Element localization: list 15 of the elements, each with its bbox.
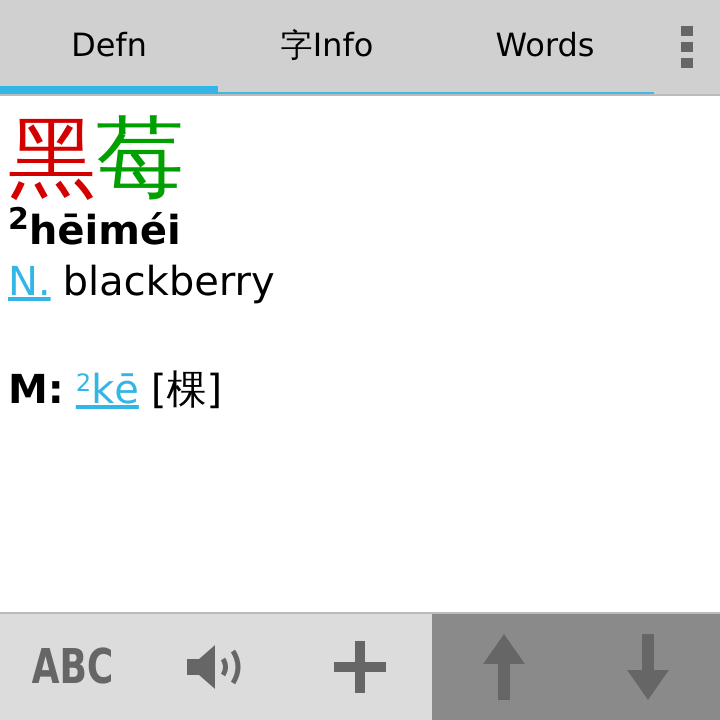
pinyin: $^{2}$hēiméi [8,208,181,254]
hanzi-character: 莓 [96,108,184,208]
tab[interactable]: 字Info [218,0,436,86]
toolbar-button[interactable]: ABC [0,614,144,720]
definition-text: blackberry [62,258,275,307]
tab[interactable]: Words [436,0,654,86]
up-arrow-icon [483,634,525,700]
measure-label: M: [8,366,64,415]
down-arrow-icon [627,634,669,700]
measure-hanzi: [棵] [150,366,222,415]
abc-label: ABC [31,643,113,691]
hanzi-character: 黑 [8,108,96,208]
plus-icon [334,641,386,693]
tab[interactable]: Defn [0,0,218,86]
overflow-menu-icon [681,26,693,68]
